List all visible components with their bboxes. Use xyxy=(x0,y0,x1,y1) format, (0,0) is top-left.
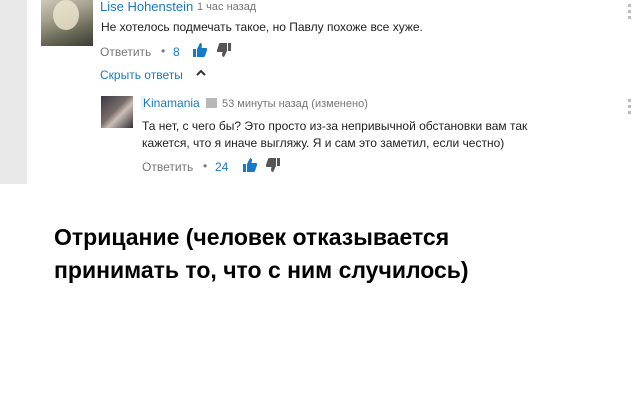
like-count: 8 xyxy=(173,45,180,59)
comment-author[interactable]: Lise Hohenstein xyxy=(100,0,193,14)
avatar-lise[interactable] xyxy=(41,0,93,46)
comment-text: Не хотелось подмечать такое, но Павлу по… xyxy=(101,20,423,34)
reply-reply-button[interactable]: Ответить xyxy=(142,160,193,174)
caption: Отрицание (человек отказывается принимат… xyxy=(54,221,469,287)
caption-line2: принимать то, что с ним случилось) xyxy=(54,257,469,283)
separator-dot: • xyxy=(203,159,208,173)
thumbs-up-icon[interactable] xyxy=(242,157,258,173)
thumbs-down-icon[interactable] xyxy=(265,157,281,173)
reply-like-count: 24 xyxy=(215,160,229,174)
reply-button[interactable]: Ответить xyxy=(100,45,151,59)
reply-text-line1: Та нет, с чего бы? Это просто из-за непр… xyxy=(142,119,528,133)
caption-line1: Отрицание (человек отказывается xyxy=(54,224,450,250)
thumbs-up-icon[interactable] xyxy=(192,42,208,58)
reply-text-line2: кажется, что я иначе выгляжу. Я и сам эт… xyxy=(142,136,505,150)
verified-badge-icon xyxy=(206,98,217,108)
reply-author[interactable]: Kinamania xyxy=(143,96,200,110)
thumbs-down-icon[interactable] xyxy=(216,42,232,58)
chevron-up-icon[interactable] xyxy=(196,68,206,78)
reply-timestamp[interactable]: 53 минуты назад (изменено) xyxy=(222,98,368,110)
more-options-icon[interactable] xyxy=(628,4,631,22)
more-options-icon[interactable] xyxy=(628,99,631,117)
avatar-kinamania[interactable] xyxy=(101,96,133,128)
hide-replies-link[interactable]: Скрыть ответы xyxy=(100,68,183,82)
separator-dot: • xyxy=(161,44,166,58)
comment-timestamp[interactable]: 1 час назад xyxy=(197,1,256,13)
left-gutter xyxy=(0,0,27,184)
